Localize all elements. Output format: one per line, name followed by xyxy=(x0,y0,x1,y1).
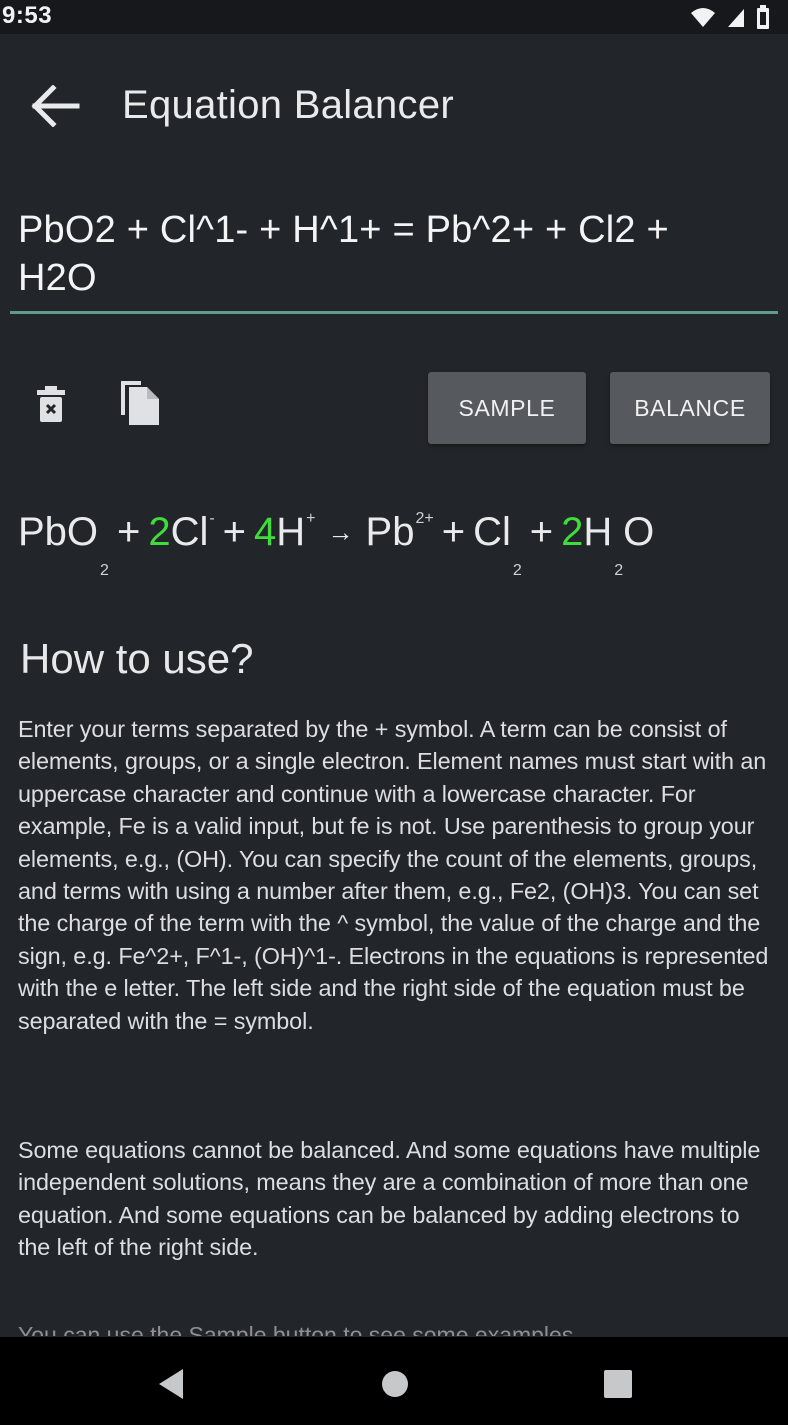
term-subscript: 2 xyxy=(614,562,624,579)
copy-icon xyxy=(121,381,159,425)
term-charge: - xyxy=(209,510,215,527)
term-formula: H xyxy=(276,510,306,554)
trash-icon xyxy=(37,386,65,422)
term-subscript: 2 xyxy=(100,562,109,579)
input-underline xyxy=(10,311,778,314)
reaction-arrow: → xyxy=(327,517,354,547)
help-title: How to use? xyxy=(20,635,254,682)
balanced-equation: PbO2+ 2Cl- +4H+ → Pb2+ + Cl2+ 2H2O xyxy=(18,510,654,580)
plus-sign: + xyxy=(116,510,141,554)
term-charge: + xyxy=(306,510,316,527)
plus-sign: + xyxy=(222,510,247,554)
nav-back-button[interactable] xyxy=(152,1366,188,1402)
wifi-icon xyxy=(691,8,715,27)
balance-button[interactable]: BALANCE xyxy=(610,372,770,444)
term-coefficient: 4 xyxy=(254,510,277,554)
nav-home-button[interactable] xyxy=(377,1366,413,1402)
copy-button[interactable] xyxy=(114,374,164,430)
app-bar: Equation Balancer xyxy=(0,34,788,176)
page-title: Equation Balancer xyxy=(122,83,454,127)
term-subscript: 2 xyxy=(512,562,522,579)
result-term: Cl2 xyxy=(473,510,522,579)
result-term: 2Cl- xyxy=(148,510,214,554)
nav-recents-icon xyxy=(604,1370,632,1398)
clear-button[interactable] xyxy=(26,376,76,432)
sample-button[interactable]: SAMPLE xyxy=(428,372,586,444)
term-formula: Pb xyxy=(365,510,415,554)
result-term: PbO2 xyxy=(18,510,109,579)
term-formula: Cl xyxy=(473,510,511,554)
arrow-left-icon xyxy=(31,85,80,127)
nav-recents-button[interactable] xyxy=(600,1366,636,1402)
help-paragraph-partial: You can use the Sample button to see som… xyxy=(18,1322,574,1336)
term-formula: H xyxy=(583,510,613,554)
status-time: 9:53 xyxy=(2,2,53,29)
result-term: Pb2+ xyxy=(366,510,434,554)
help-paragraph: Some equations cannot be balanced. And s… xyxy=(18,1137,761,1261)
plus-sign: + xyxy=(441,510,466,554)
plus-sign: + xyxy=(529,510,554,554)
nav-home-icon xyxy=(382,1371,408,1397)
result-term: 2H2O xyxy=(561,510,655,579)
term-coefficient: 2 xyxy=(561,510,584,554)
equation-input[interactable]: PbO2 + Cl^1- + H^1+ = Pb^2+ + Cl2 + H2O xyxy=(18,206,758,302)
term-charge: 2+ xyxy=(415,510,434,527)
help-paragraph: Enter your terms separated by the + symb… xyxy=(18,716,769,1034)
term-formula: PbO xyxy=(18,510,99,554)
status-icons xyxy=(690,4,770,30)
nav-back-icon xyxy=(159,1369,183,1399)
term-formula-tail: O xyxy=(623,510,655,554)
battery-icon xyxy=(757,5,769,29)
term-coefficient: 2 xyxy=(148,510,171,554)
term-formula: Cl xyxy=(170,510,209,554)
back-button[interactable] xyxy=(26,84,84,128)
result-term: 4H+ xyxy=(254,510,315,554)
status-bar: 9:53 xyxy=(0,0,788,34)
signal-icon xyxy=(728,9,744,27)
